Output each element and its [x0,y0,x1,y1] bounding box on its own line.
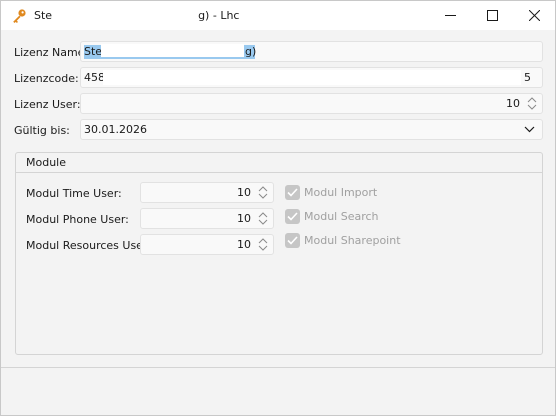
lizenzcode-input[interactable]: 458 5 [80,67,543,88]
license-dialog-window: Ste g) - Lhc Lizenz Name: Ste g) Lizenzco… [0,0,556,416]
gueltig-bis-datepicker[interactable]: 30.01.2026 [80,119,543,140]
lizenzcode-prefix: 458 [84,71,105,84]
modul-import-label: Modul Import [304,186,378,199]
modul-phone-user-label: Modul Phone User: [26,213,129,226]
modul-resources-user-stepper[interactable]: 10 [140,234,274,255]
lizenzcode-label: Lizenzcode: [14,72,79,85]
chevron-down-icon[interactable] [524,125,535,133]
key-icon [11,8,27,24]
gueltig-bis-value: 30.01.2026 [84,123,147,136]
modul-search-label: Modul Search [304,210,379,223]
lizenz-name-suffix: g) [245,45,257,58]
close-button[interactable] [513,1,555,30]
lizenz-name-redaction [101,44,244,57]
lizenz-name-prefix: Ste [84,45,103,58]
lizenz-name-input[interactable]: Ste g) [80,41,543,62]
close-icon [528,10,540,21]
title-redaction [52,9,199,23]
modul-resources-user-value: 10 [237,238,251,251]
lizenzcode-suffix: 5 [524,71,531,84]
lizenz-user-value: 10 [506,97,520,110]
spin-updown-icon[interactable] [526,96,538,111]
title-prefix: Ste [34,9,53,22]
modul-time-user-value: 10 [237,186,251,199]
maximize-button[interactable] [471,1,513,30]
minimize-button[interactable] [429,1,471,30]
modul-time-user-label: Modul Time User: [26,187,122,200]
maximize-icon [486,10,498,21]
modul-resources-user-label: Modul Resources User: [26,239,151,252]
modul-sharepoint-label: Modul Sharepoint [304,234,401,247]
checkmark-icon [285,185,300,200]
title-bar: Ste g) - Lhc [1,1,555,30]
dialog-footer [1,367,555,415]
lizenz-user-label: Lizenz User: [14,98,81,111]
checkmark-icon [285,233,300,248]
modul-import-checkbox[interactable]: Modul Import [285,185,377,200]
minimize-icon [444,15,456,16]
spin-updown-icon[interactable] [257,185,269,200]
checkmark-icon [285,209,300,224]
lizenzcode-redaction [103,70,521,85]
modul-phone-user-stepper[interactable]: 10 [140,208,274,229]
lizenz-user-stepper[interactable]: 10 [80,93,543,114]
title-suffix: g) - Lhc [198,9,240,22]
modul-time-user-stepper[interactable]: 10 [140,182,274,203]
spin-updown-icon[interactable] [257,211,269,226]
window-title: Ste g) - Lhc [34,9,239,23]
module-group-title: Module [16,153,542,173]
modul-sharepoint-checkbox[interactable]: Modul Sharepoint [285,233,401,248]
spin-updown-icon[interactable] [257,237,269,252]
modul-search-checkbox[interactable]: Modul Search [285,209,379,224]
gueltig-bis-label: Gültig bis: [14,124,70,137]
module-groupbox: Module Modul Time User: 10 Modul Phone U… [15,152,543,355]
modul-phone-user-value: 10 [237,212,251,225]
lizenz-name-label: Lizenz Name: [14,46,89,59]
